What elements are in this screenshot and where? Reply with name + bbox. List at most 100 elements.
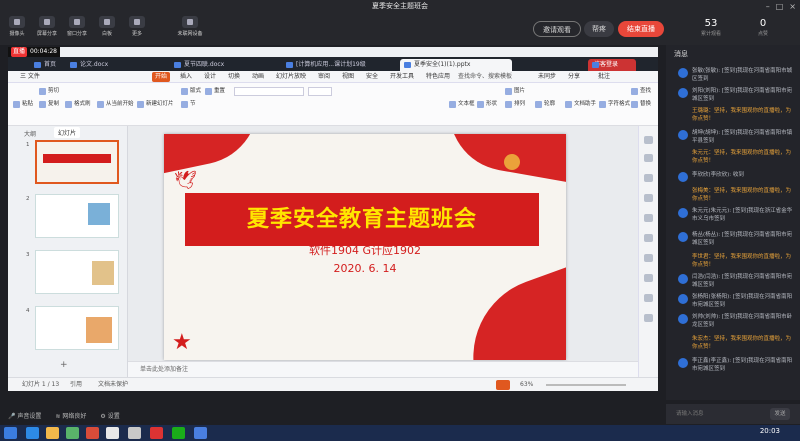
section-button[interactable]: 节	[180, 100, 196, 109]
new-slide-button[interactable]: 新建幻灯片	[136, 100, 174, 109]
comment-button[interactable]: 批注	[598, 71, 610, 83]
reset-button[interactable]: 重置	[204, 87, 225, 96]
tab-pptx-active[interactable]: 夏季安全(1)(1).pptx	[400, 59, 512, 71]
shape-button[interactable]: 形状	[476, 100, 497, 109]
maximize-icon[interactable]: □	[776, 0, 784, 13]
replace-button[interactable]: 替换	[630, 100, 651, 109]
tab-home[interactable]: 首页	[30, 59, 62, 71]
tool-icon[interactable]	[644, 274, 653, 282]
menu-slideshow[interactable]: 幻灯片放映	[276, 71, 306, 83]
end-live-button[interactable]: 结束直播	[618, 21, 664, 37]
window-title: 夏季安全主题班会	[0, 0, 800, 13]
slide-thumb-2[interactable]	[35, 194, 119, 238]
whiteboard-button[interactable]: 白板	[94, 16, 120, 37]
menu-design[interactable]: 设计	[204, 71, 216, 83]
taskbar-app-icon[interactable]	[106, 427, 119, 439]
layout-button[interactable]: 版式	[180, 87, 201, 96]
slides-tab[interactable]: 幻灯片	[54, 127, 81, 138]
tab-thesis[interactable]: 论文.docx	[66, 59, 166, 71]
menu-transition[interactable]: 切换	[228, 71, 240, 83]
font-select[interactable]	[234, 87, 304, 96]
add-slide-icon[interactable]: +	[60, 360, 68, 370]
format-painter-button[interactable]: 格式刷	[64, 100, 91, 109]
zoom-slider[interactable]	[546, 384, 626, 386]
slide-date: 2020. 6. 14	[333, 262, 397, 275]
screen-share-button[interactable]: 屏幕分享	[34, 16, 60, 37]
tool-icon[interactable]	[644, 314, 653, 322]
tool-icon[interactable]	[644, 294, 653, 302]
settings-button[interactable]: ⚙ 设置	[100, 411, 119, 420]
tool-icon[interactable]	[644, 174, 653, 182]
send-button[interactable]: 发送	[770, 408, 790, 420]
cut-button[interactable]: 剪切	[38, 87, 59, 96]
window-share-button[interactable]: 窗口分享	[64, 16, 90, 37]
camera-icon	[9, 16, 25, 28]
taskbar-app-icon[interactable]	[26, 427, 39, 439]
play-from-current-button[interactable]: 从当前开始	[96, 100, 134, 109]
copy-button[interactable]: 复制	[38, 100, 59, 109]
clock: 20:03	[759, 427, 780, 435]
thumb-image	[88, 203, 110, 225]
outline-tab[interactable]: 大纲	[24, 129, 36, 138]
minimize-icon[interactable]: –	[766, 0, 770, 13]
tool-icon[interactable]	[644, 154, 653, 162]
thumb-image	[92, 261, 114, 285]
tab-doc[interactable]: 夏节四联.docx	[170, 59, 278, 71]
taskbar-app-icon[interactable]	[128, 427, 141, 439]
more-button[interactable]: 更多	[124, 16, 150, 37]
tab-plan[interactable]: [计算机应用...课计划19级	[282, 59, 396, 71]
chat-message-text: 胡坤(胡坤): [签到]我现在河南省南阳市镇平县签到	[692, 130, 793, 144]
slide-thumb-3[interactable]	[35, 250, 119, 294]
doc-assistant-button[interactable]: 文档助手	[564, 100, 596, 109]
char-format-button[interactable]: 字符格式	[598, 100, 630, 109]
taskbar-app-icon[interactable]	[172, 427, 185, 439]
taskbar-app-icon[interactable]	[86, 427, 99, 439]
chat-header: 消息	[674, 50, 688, 58]
protect-status: 文档未保护	[98, 381, 129, 388]
play-icon[interactable]	[496, 380, 510, 390]
notes-area[interactable]: 单击此处添加备注	[128, 361, 638, 377]
textbox-button[interactable]: 文本框	[448, 100, 475, 109]
slide-thumb-4[interactable]	[35, 306, 119, 350]
thumb-banner	[43, 154, 111, 163]
outline-button[interactable]: 轮廓	[534, 100, 555, 109]
share-button[interactable]: 分享	[568, 71, 580, 83]
viewer-count: 53 累计观看	[700, 18, 721, 37]
arrange-button[interactable]: 排列	[504, 100, 525, 109]
tool-icon[interactable]	[644, 194, 653, 202]
menu-security[interactable]: 安全	[366, 71, 378, 83]
tool-icon[interactable]	[644, 254, 653, 262]
menu-file[interactable]: 三 文件	[20, 71, 40, 83]
search-command[interactable]: 查找命令、搜索模板	[458, 71, 512, 83]
menu-review[interactable]: 审阅	[318, 71, 330, 83]
find-button[interactable]: 查找	[630, 87, 651, 96]
tool-icon[interactable]	[644, 234, 653, 242]
slide-thumb-1[interactable]	[35, 140, 119, 184]
audio-settings[interactable]: 🎤 声音设置	[8, 411, 41, 420]
taskbar-app-icon[interactable]	[150, 427, 163, 439]
menu-view[interactable]: 视图	[342, 71, 354, 83]
close-icon[interactable]: ×	[789, 0, 796, 13]
menu-features[interactable]: 特色应用	[426, 71, 450, 83]
slide[interactable]: ★ 🕊 夏季安全教育主题班会 软件1904 G计应1902 2020. 6. 1…	[164, 134, 566, 360]
start-icon[interactable]	[4, 427, 17, 439]
menu-insert[interactable]: 插入	[180, 71, 192, 83]
title-banner: 夏季安全教育主题班会	[185, 193, 539, 246]
camera-button[interactable]: 摄像头	[4, 16, 30, 37]
font-size-select[interactable]	[308, 87, 332, 96]
picture-button[interactable]: 图片	[504, 87, 525, 96]
menu-home[interactable]: 开始	[152, 72, 171, 82]
taskbar-app-icon[interactable]	[46, 427, 59, 439]
taskbar-app-icon[interactable]	[194, 427, 207, 439]
paste-button[interactable]: 粘贴	[12, 100, 33, 109]
menu-animation[interactable]: 动画	[252, 71, 264, 83]
help-button[interactable]: 帮疼	[584, 21, 614, 37]
invite-button[interactable]: 邀请观看	[533, 21, 581, 37]
tool-icon[interactable]	[644, 136, 653, 144]
sync-status[interactable]: 未同步	[538, 71, 556, 83]
device-button[interactable]: 未联网设备	[172, 16, 208, 37]
menu-dev[interactable]: 开发工具	[390, 71, 414, 83]
tool-icon[interactable]	[644, 214, 653, 222]
taskbar-app-icon[interactable]	[66, 427, 79, 439]
visitor-login-button[interactable]: 访客登录	[588, 59, 636, 71]
